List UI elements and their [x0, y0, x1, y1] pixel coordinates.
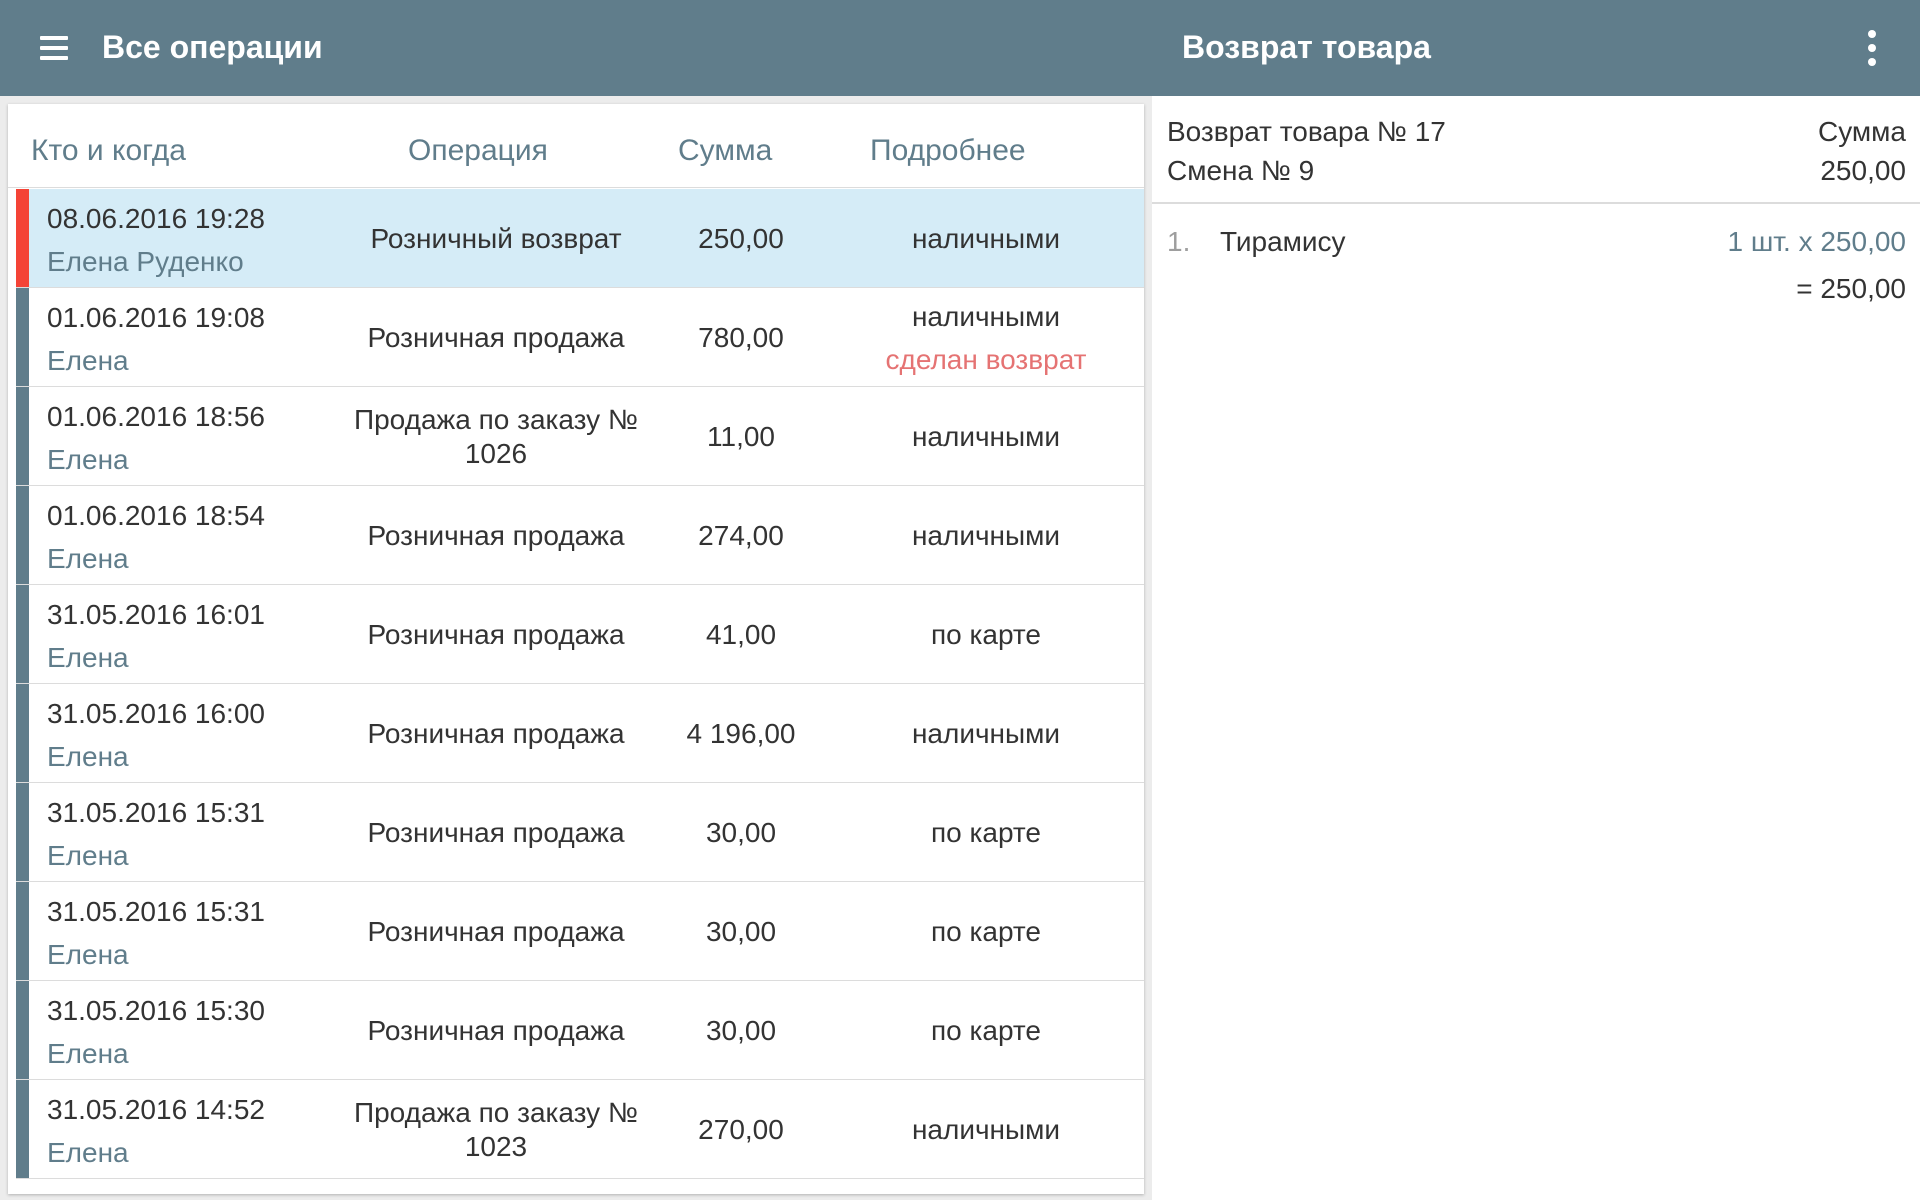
row-date: 01.06.2016 18:56 [47, 401, 265, 432]
row-user: Елена [47, 741, 129, 772]
row-date: 01.06.2016 18:54 [47, 500, 265, 531]
table-row[interactable]: 01.06.2016 18:54 Елена Розничная продажа 27… [16, 486, 1144, 585]
row-operation: Розничная продажа [367, 519, 625, 551]
status-stripe [16, 981, 29, 1079]
payment-method: по карте [931, 916, 1041, 947]
row-sum: 274,00 [698, 519, 784, 551]
receipt-item: 1. Тирамису 1 шт. x 250,00 = 250,00 [1152, 96, 1920, 304]
row-sum: 270,00 [698, 1113, 784, 1145]
payment-method: наличными [911, 300, 1061, 332]
row-sum: 11,00 [707, 420, 775, 452]
payment-method: по карте [931, 817, 1041, 848]
row-details: по карте [846, 585, 1126, 684]
row-user: Елена [47, 642, 129, 673]
refund-note: сделан возврат [885, 343, 1087, 375]
row-details: по карте [846, 981, 1126, 1080]
row-sum: 250,00 [698, 222, 784, 254]
table-row[interactable]: 31.05.2016 16:00 Елена Розничная продажа 4 … [16, 684, 1144, 783]
payment-method: наличными [911, 223, 1061, 254]
more-vert-icon[interactable] [1852, 24, 1892, 72]
row-user: Елена [47, 840, 129, 871]
table-row[interactable]: 31.05.2016 15:30 Елена Розничная продажа 30… [16, 981, 1144, 1080]
detail-title: Возврат товара [1182, 29, 1431, 65]
table-row[interactable]: 31.05.2016 15:31 Елена Розничная продажа 30… [16, 783, 1144, 882]
payment-method: по карте [931, 1015, 1041, 1046]
row-date: 08.06.2016 19:28 [47, 203, 265, 234]
row-date: 01.06.2016 19:08 [47, 302, 265, 333]
table-header: Кто и когда Операция Сумма Подробнее [8, 104, 1144, 188]
item-index: 1. [1167, 226, 1191, 257]
hamburger-menu-icon[interactable] [34, 30, 74, 66]
row-sum: 41,00 [705, 618, 777, 650]
row-details: наличными [846, 189, 1126, 288]
column-header-operation[interactable]: Операция [408, 134, 548, 168]
row-details: по карте [846, 882, 1126, 981]
row-user: Елена [47, 444, 129, 475]
row-details: по карте [846, 783, 1126, 882]
row-operation: Розничная продажа [367, 816, 625, 848]
table-row[interactable]: 08.06.2016 19:28 Елена Руденко Розничный в… [16, 189, 1144, 288]
column-header-sum[interactable]: Сумма [678, 134, 772, 168]
row-sum: 30,00 [705, 1014, 777, 1046]
row-date: 31.05.2016 16:00 [47, 698, 265, 729]
row-user: Елена [47, 939, 129, 970]
status-stripe [16, 1080, 29, 1178]
row-operation: Продажа по заказу № 1023 [353, 1096, 639, 1162]
row-user: Елена [47, 1137, 129, 1168]
status-stripe [16, 882, 29, 980]
row-operation: Розничная продажа [367, 321, 625, 353]
status-stripe [16, 486, 29, 584]
status-stripe [16, 783, 29, 881]
status-stripe [16, 387, 29, 485]
row-date: 31.05.2016 16:01 [47, 599, 265, 630]
row-details: наличными [846, 1080, 1126, 1179]
column-header-details[interactable]: Подробнее [870, 134, 1026, 168]
item-name: Тирамису [1220, 226, 1346, 257]
table-row[interactable]: 31.05.2016 16:01 Елена Розничная продажа 41… [16, 585, 1144, 684]
row-date: 31.05.2016 14:52 [47, 1094, 265, 1125]
table-row[interactable]: 01.06.2016 19:08 Елена Розничная продажа 78… [16, 288, 1144, 387]
table-row[interactable]: 31.05.2016 15:31 Елена Розничная продажа 30… [16, 882, 1144, 981]
row-date: 31.05.2016 15:31 [47, 896, 265, 927]
page-title: Все операции [102, 29, 323, 65]
row-operation: Розничный возврат [370, 222, 622, 254]
row-operation: Продажа по заказу № 1026 [353, 403, 639, 469]
row-details: наличными сделан возврат [846, 288, 1126, 387]
payment-method: наличными [911, 1114, 1061, 1145]
detail-pane: Возврат товара № 17 Смена № 9 Сумма 250,… [1152, 96, 1920, 1200]
status-stripe [16, 189, 29, 287]
row-sum: 30,00 [705, 915, 777, 947]
row-user: Елена [47, 345, 129, 376]
status-stripe [16, 684, 29, 782]
row-operation: Розничная продажа [367, 717, 625, 749]
app-bar: Все операции Возврат товара [0, 0, 1920, 96]
row-operation: Розничная продажа [367, 915, 625, 947]
table-row[interactable]: 31.05.2016 14:52 Елена Продажа по заказу №… [16, 1080, 1144, 1179]
operations-list-card: Кто и когда Операция Сумма Подробнее 08.… [8, 104, 1144, 1194]
row-details: наличными [846, 387, 1126, 486]
payment-method: наличными [911, 520, 1061, 551]
row-date: 31.05.2016 15:31 [47, 797, 265, 828]
item-total: = 250,00 [1796, 273, 1906, 304]
row-sum: 780,00 [698, 321, 784, 353]
row-user: Елена Руденко [47, 246, 244, 277]
row-user: Елена [47, 543, 129, 574]
row-details: наличными [846, 684, 1126, 783]
row-user: Елена [47, 1038, 129, 1069]
payment-method: наличными [911, 718, 1061, 749]
row-details: наличными [846, 486, 1126, 585]
payment-method: наличными [911, 421, 1061, 452]
row-sum: 30,00 [705, 816, 777, 848]
table-row[interactable]: 01.06.2016 18:56 Елена Продажа по заказу №… [16, 387, 1144, 486]
row-operation: Розничная продажа [367, 618, 625, 650]
item-qty-price: 1 шт. x 250,00 [1727, 226, 1906, 257]
status-stripe [16, 288, 29, 386]
status-stripe [16, 585, 29, 683]
row-sum: 4 196,00 [686, 717, 796, 749]
payment-method: по карте [931, 619, 1041, 650]
column-header-who[interactable]: Кто и когда [31, 134, 186, 168]
row-date: 31.05.2016 15:30 [47, 995, 265, 1026]
row-operation: Розничная продажа [367, 1014, 625, 1046]
